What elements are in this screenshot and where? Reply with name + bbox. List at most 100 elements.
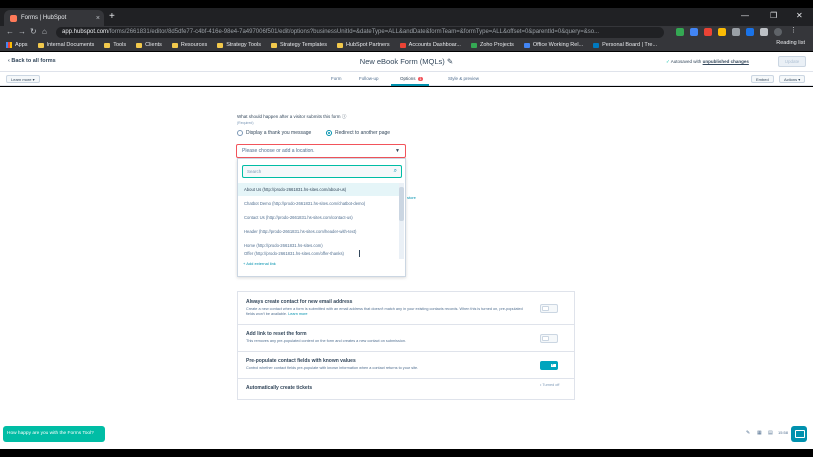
radio-thank-you[interactable]: Display a thank you message [237, 130, 311, 136]
chat-icon[interactable] [791, 426, 807, 442]
extension-icon[interactable] [676, 28, 684, 36]
prepopulate-toggle[interactable]: ✓ [540, 361, 558, 370]
embed-button[interactable]: Embed [751, 75, 774, 83]
profile-avatar[interactable] [774, 28, 782, 36]
location-option[interactable]: Offer (http://prodo-2661831.hs-sites.com… [238, 251, 400, 257]
folder-icon [136, 42, 143, 48]
location-select[interactable]: Please choose or add a location. ▼ [236, 144, 406, 158]
caret-down-icon: ▼ [395, 148, 400, 154]
screen-frame: Forms | HubSpot × + — ❐ ✕ ← → ↻ ⌂ app.hu… [0, 0, 813, 457]
location-option[interactable]: Chatbot Demo (http://prodo-2661831.hs-si… [238, 197, 400, 210]
always-create-contact-toggle[interactable] [540, 304, 558, 313]
hubspot-favicon-icon [10, 14, 17, 22]
setting-title: Automatically create tickets [246, 385, 313, 391]
dropdown-scrollbar[interactable] [399, 183, 404, 259]
site-icon [470, 42, 477, 48]
scrollbar-thumb[interactable] [399, 187, 404, 221]
url-input[interactable]: app.hubspot.com/forms/2661831/editor/8d5… [56, 27, 664, 38]
reload-icon[interactable]: ↻ [30, 27, 37, 36]
bookmark-folder[interactable]: Internal Documents [37, 42, 94, 48]
bookmark-label: Zoho Projects [479, 42, 514, 48]
location-option[interactable]: Header (http://prodo-2661831.hs-sites.co… [238, 225, 400, 238]
location-search-input[interactable]: Search ⌕ [242, 165, 402, 178]
reading-list[interactable]: Reading list [776, 40, 805, 46]
bookmark-folder[interactable]: Clients [136, 42, 162, 48]
url-path: /forms/2661831/editor/8d5dfe77-c4bf-416e… [108, 29, 600, 35]
folder-icon [171, 42, 178, 48]
extension-icon[interactable] [690, 28, 698, 36]
bookmark-folder[interactable]: Strategy Templates [270, 42, 327, 48]
active-tab-indicator [391, 84, 429, 86]
setting-title: Add link to reset the form [246, 331, 307, 337]
tab-follow-up[interactable]: Follow-up [359, 76, 379, 81]
feedback-button[interactable]: How happy are you with the Forms Tool? [3, 426, 105, 442]
back-arrow-icon[interactable]: ← [6, 27, 14, 36]
close-window-button[interactable]: ✕ [796, 11, 803, 20]
bookmark-link[interactable]: Zoho Projects [470, 42, 514, 48]
location-option[interactable]: About Us (http://prodo-2661831.hs-sites.… [238, 183, 400, 196]
toggle-knob [542, 306, 549, 311]
maximize-button[interactable]: ❐ [770, 11, 777, 20]
tab-close-icon[interactable]: × [96, 15, 100, 22]
new-tab-button[interactable]: + [109, 11, 115, 23]
hidden-link-fragment: store [407, 195, 416, 200]
url-host: app.hubspot.com [62, 29, 109, 35]
extension-icon[interactable] [746, 28, 754, 36]
unpublished-changes-link[interactable]: unpublished changes [703, 59, 749, 64]
bookmark-link[interactable]: Accounts Dashboar... [399, 42, 461, 48]
radio-redirect[interactable]: Redirect to another page [326, 130, 390, 136]
tab-options[interactable]: Options 1 [400, 76, 424, 81]
extension-icon[interactable] [718, 28, 726, 36]
bookmark-label: Resources [180, 42, 208, 48]
extension-icon[interactable] [704, 28, 712, 36]
learn-more-button[interactable]: Learn more ▾ [6, 75, 40, 83]
actions-button[interactable]: Actions ▾ [779, 75, 806, 83]
search-icon: ⌕ [393, 168, 397, 174]
bookmark-folder[interactable]: Tools [104, 42, 126, 48]
bookmark-folder[interactable]: Strategy Tools [217, 42, 261, 48]
bookmark-link[interactable]: Personal Board | Tre... [593, 42, 657, 48]
tab-style-preview[interactable]: Style & preview [448, 76, 479, 81]
home-icon[interactable]: ⌂ [42, 27, 47, 36]
bookmark-label: Personal Board | Tre... [602, 42, 658, 48]
extension-icon[interactable] [732, 28, 740, 36]
redirect-question-label: What should happen after a visitor submi… [237, 114, 346, 120]
browser-tab[interactable]: Forms | HubSpot × [4, 10, 104, 26]
checkmark-icon: ✓ [666, 59, 670, 64]
menu-kebab-icon[interactable]: ⋮ [790, 26, 798, 34]
info-icon[interactable]: ⓘ [342, 114, 347, 119]
mouse-cursor-icon [359, 250, 364, 257]
update-button[interactable]: Update [778, 56, 806, 67]
forward-arrow-icon[interactable]: → [18, 27, 26, 36]
extensions-puzzle-icon[interactable] [760, 28, 768, 36]
minimize-button[interactable]: — [741, 11, 749, 20]
bookmark-link[interactable]: Office Working Rel... [523, 42, 583, 48]
location-option[interactable]: Contact Us (http://prodo-2661831.hs-site… [238, 211, 400, 224]
edit-pencil-icon[interactable]: ✎ [447, 57, 453, 66]
select-placeholder: Please choose or add a location. [242, 148, 315, 154]
add-external-link[interactable]: + Add external link [243, 261, 276, 266]
toggle-knob [542, 336, 549, 341]
bookmark-folder[interactable]: Resources [171, 42, 208, 48]
bookmark-folder[interactable]: HubSpot Partners [336, 42, 390, 48]
radio-button-selected[interactable] [326, 130, 332, 136]
folder-icon [37, 42, 44, 48]
bookmark-apps[interactable]: Apps [6, 42, 28, 48]
tab-options-label: Options [400, 76, 416, 81]
setting-description: Create a new contact when a form is subm… [246, 307, 526, 317]
auto-tickets-status[interactable]: • Turned off [540, 383, 559, 387]
list-icon[interactable]: ▤ [768, 430, 773, 436]
radio-button[interactable] [237, 130, 243, 136]
apps-grid-icon [6, 42, 12, 48]
error-count-badge: 1 [417, 77, 424, 81]
setting-description: Control whether contact fields pre-popul… [246, 366, 419, 370]
clock-time: 15:58 [778, 430, 789, 435]
browser-tab-bar: Forms | HubSpot × + — ❐ ✕ [0, 8, 813, 26]
reset-link-toggle[interactable] [540, 334, 558, 343]
folder-icon [217, 42, 224, 48]
learn-more-link[interactable]: Learn more [288, 312, 307, 316]
grid-icon[interactable]: ▦ [757, 430, 762, 436]
pen-icon[interactable]: ✎ [746, 430, 750, 436]
tab-form[interactable]: Form [331, 76, 342, 81]
form-title-text: New eBook Form (MQLs) [359, 57, 445, 66]
